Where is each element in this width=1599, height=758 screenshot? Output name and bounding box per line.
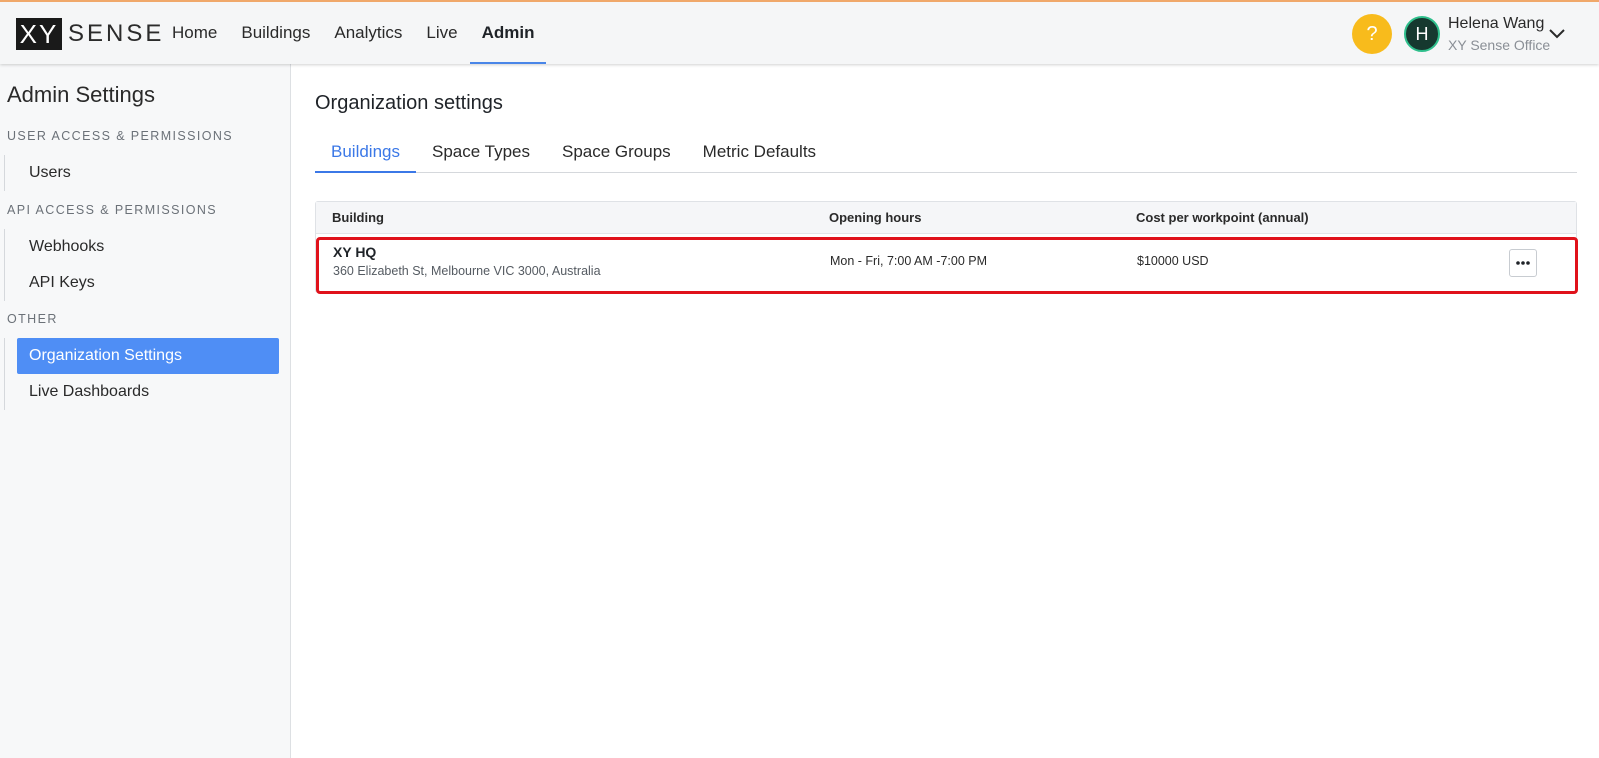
- user-name: Helena Wang: [1448, 15, 1545, 32]
- user-org: XY Sense Office: [1448, 37, 1551, 53]
- help-icon[interactable]: ?: [1352, 14, 1392, 54]
- building-address: 360 Elizabeth St, Melbourne VIC 3000, Au…: [333, 264, 601, 278]
- group-user-access: Users: [4, 155, 279, 191]
- section-user-access: USER ACCESS & PERMISSIONS: [7, 129, 234, 143]
- column-opening-hours: Opening hours: [829, 210, 922, 225]
- main-nav: Home Buildings Analytics Live Admin: [160, 2, 547, 64]
- logo-text: SENSE: [68, 20, 165, 47]
- tab-buildings[interactable]: Buildings: [315, 132, 416, 173]
- top-header: XY SENSE Home Buildings Analytics Live A…: [0, 0, 1599, 64]
- building-cost: $10000 USD: [1137, 254, 1209, 268]
- building-opening-hours: Mon - Fri, 7:00 AM -7:00 PM: [830, 254, 987, 268]
- nav-home[interactable]: Home: [160, 2, 229, 64]
- sidebar-item-users[interactable]: Users: [17, 155, 279, 191]
- nav-buildings[interactable]: Buildings: [229, 2, 322, 64]
- sidebar-item-live-dashboards[interactable]: Live Dashboards: [17, 374, 279, 410]
- tab-space-types[interactable]: Space Types: [416, 132, 546, 172]
- nav-live[interactable]: Live: [414, 2, 469, 64]
- sidebar-item-webhooks[interactable]: Webhooks: [17, 229, 279, 265]
- tab-metric-defaults[interactable]: Metric Defaults: [687, 132, 832, 172]
- admin-sidebar: Admin Settings USER ACCESS & PERMISSIONS…: [0, 64, 291, 758]
- table-row[interactable]: XY HQ 360 Elizabeth St, Melbourne VIC 30…: [316, 237, 1578, 294]
- main-content: Organization settings Buildings Space Ty…: [292, 64, 1599, 758]
- section-api-access: API ACCESS & PERMISSIONS: [7, 203, 218, 217]
- tab-space-groups[interactable]: Space Groups: [546, 132, 687, 172]
- section-other: OTHER: [7, 312, 58, 326]
- nav-analytics[interactable]: Analytics: [322, 2, 414, 64]
- more-horizontal-icon: [1516, 261, 1530, 265]
- group-api-access: Webhooks API Keys: [4, 229, 279, 301]
- column-building: Building: [332, 210, 384, 225]
- table-header: Building Opening hours Cost per workpoin…: [316, 202, 1576, 234]
- avatar[interactable]: H: [1404, 16, 1440, 52]
- user-menu[interactable]: Helena Wang XY Sense Office: [1448, 14, 1550, 55]
- sidebar-title: Admin Settings: [7, 82, 155, 107]
- nav-admin[interactable]: Admin: [469, 2, 547, 64]
- xysense-logo[interactable]: XY SENSE: [16, 18, 164, 50]
- more-options-button[interactable]: [1509, 249, 1537, 277]
- column-cost-per-workpoint: Cost per workpoint (annual): [1136, 210, 1309, 225]
- sidebar-item-organization-settings[interactable]: Organization Settings: [17, 338, 279, 374]
- chevron-down-icon[interactable]: [1548, 26, 1566, 40]
- page-title: Organization settings: [315, 92, 503, 114]
- logo-mark: XY: [16, 18, 62, 50]
- settings-tabs: Buildings Space Types Space Groups Metri…: [315, 132, 1577, 173]
- building-name: XY HQ: [333, 244, 377, 260]
- sidebar-item-api-keys[interactable]: API Keys: [17, 265, 279, 301]
- buildings-table: Building Opening hours Cost per workpoin…: [315, 201, 1578, 294]
- group-other: Organization Settings Live Dashboards: [4, 338, 279, 410]
